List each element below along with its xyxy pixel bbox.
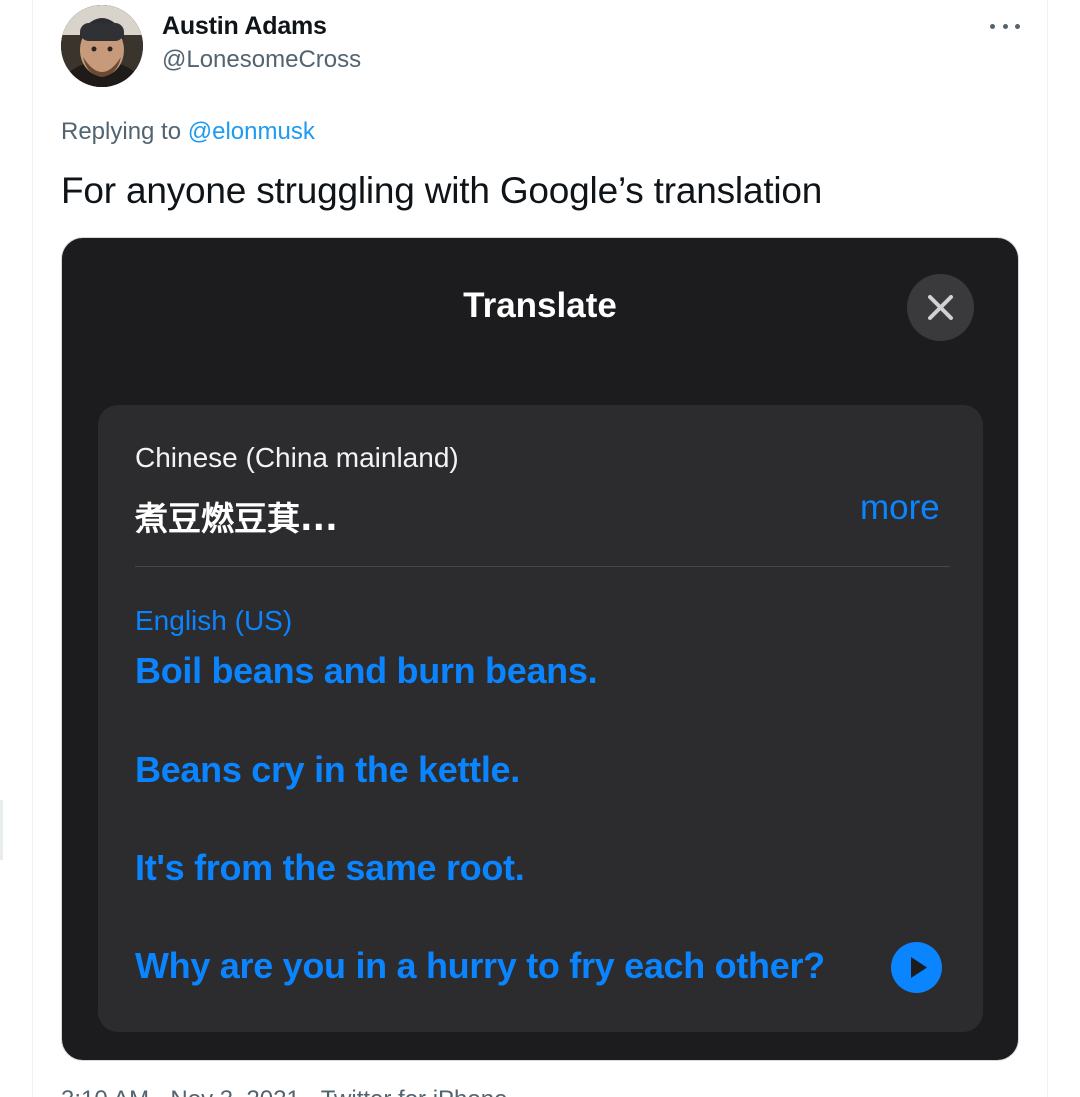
play-button[interactable] [891,942,942,993]
more-link[interactable]: more [860,488,940,528]
replying-to: Replying to @elonmusk [61,118,315,146]
avatar-image [61,5,143,87]
more-horizontal-icon[interactable] [990,14,1020,38]
column-border-left [32,0,33,1097]
column-border-right [1047,0,1048,1097]
tweet-timestamp[interactable]: 3:10 AM · Nov 3, 2021 · Twitter for iPho… [61,1086,507,1097]
more-dot [990,23,995,29]
more-dot [1015,23,1020,29]
translation-line-1: Boil beans and burn beans. [135,650,598,691]
card-divider [135,566,950,567]
translation-line-2: Beans cry in the kettle. [135,749,520,790]
mention-link[interactable]: @elonmusk [188,118,315,145]
tweet-page: Austin Adams @LonesomeCross Replying to … [0,0,1080,1097]
source-language-label: Chinese (China mainland) [135,442,459,473]
replying-prefix: Replying to [61,118,182,145]
translation-line-3: It's from the same root. [135,847,525,888]
play-icon [911,957,927,978]
source-text: 煮豆燃豆萁... [135,499,338,538]
close-button[interactable] [907,274,974,341]
translation-line-4: Why are you in a hurry to fry each other… [135,945,825,986]
tweet-text: For anyone struggling with Google’s tran… [61,170,823,211]
target-language-label: English (US) [135,605,293,636]
more-dot [1002,23,1008,29]
author-handle[interactable]: @LonesomeCross [162,46,361,74]
author-name[interactable]: Austin Adams [162,12,327,41]
close-icon [928,295,953,320]
scroll-edge [0,800,3,860]
avatar[interactable] [61,5,143,87]
